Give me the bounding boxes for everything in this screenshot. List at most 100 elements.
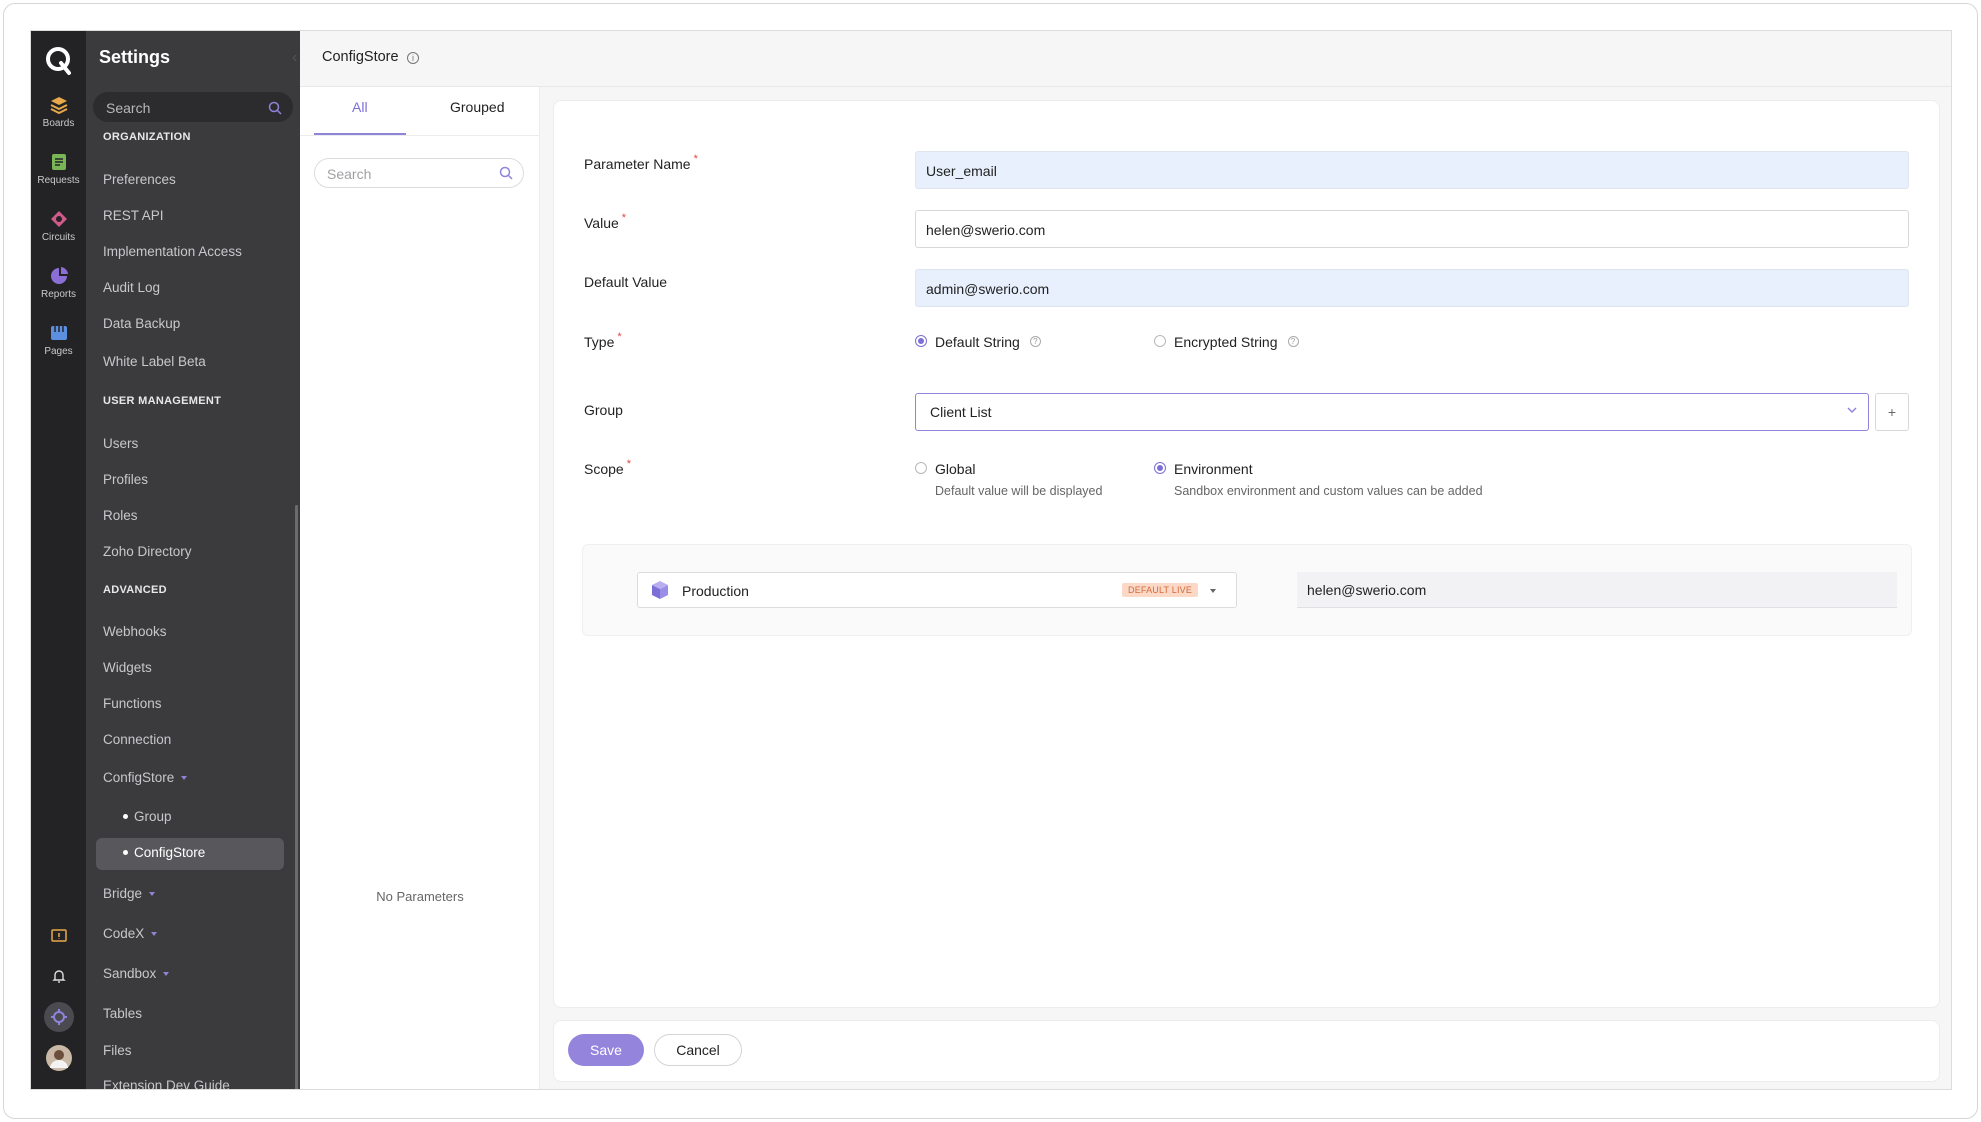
radio-unselected[interactable] <box>1154 335 1166 348</box>
tab-all[interactable]: All <box>352 99 368 115</box>
cancel-button[interactable]: Cancel <box>654 1034 742 1066</box>
rail-item-reports[interactable]: Reports <box>31 266 86 300</box>
field-label: Scope <box>584 461 624 477</box>
app-logo-icon[interactable] <box>41 43 75 77</box>
sidebar-item[interactable]: Data Backup <box>103 316 180 331</box>
parameter-name-label: Parameter Name * <box>584 153 698 172</box>
environment-value-input[interactable] <box>1307 580 1877 600</box>
required-marker: * <box>617 331 622 343</box>
sidebar-item[interactable]: REST API <box>103 208 164 223</box>
scope-environment-radio[interactable]: Environment <box>1154 461 1253 477</box>
sidebar-item[interactable]: Preferences <box>103 172 176 187</box>
sidebar-item[interactable]: Connection <box>103 732 171 747</box>
rail-notifications[interactable] <box>31 968 86 989</box>
sidebar-item[interactable]: Zoho Directory <box>103 544 192 559</box>
group-select[interactable]: Client List <box>915 393 1869 431</box>
rail-label: Circuits <box>41 232 76 243</box>
sidebar-item[interactable]: Roles <box>103 508 138 523</box>
default-value-input[interactable] <box>926 279 1886 299</box>
sidebar-scrollbar[interactable] <box>295 505 298 1089</box>
rail-item-boards[interactable]: Boards <box>31 95 86 129</box>
sidebar-item[interactable]: Audit Log <box>103 280 160 295</box>
chevron-down-icon <box>163 972 170 977</box>
scope-label: Scope * <box>584 458 631 477</box>
radio-selected[interactable] <box>1154 462 1166 475</box>
sidebar-item[interactable]: Tables <box>103 1006 142 1021</box>
avatar-icon <box>45 1045 72 1071</box>
sidebar-item[interactable]: Extension Dev Guide <box>103 1078 230 1089</box>
sidebar-search-input[interactable] <box>106 98 266 118</box>
help-icon[interactable]: ? <box>1029 335 1041 347</box>
value-input[interactable] <box>926 220 1886 240</box>
chevron-down-icon <box>1847 407 1857 414</box>
user-avatar[interactable] <box>31 1044 86 1077</box>
form-footer: Save Cancel <box>553 1020 1940 1082</box>
rail-feedback[interactable] <box>31 928 86 949</box>
pages-icon <box>50 326 67 340</box>
group-selected-value: Client List <box>930 404 992 420</box>
sidebar-item[interactable]: Widgets <box>103 660 152 675</box>
rail-label: Pages <box>44 346 73 357</box>
info-icon[interactable]: i <box>407 52 419 64</box>
rail-settings[interactable] <box>31 1001 86 1038</box>
sidebar-item-bridge[interactable]: Bridge <box>103 886 156 901</box>
sidebar-item-configstore[interactable]: ConfigStore <box>103 770 188 785</box>
radio-label: Encrypted String <box>1174 334 1278 350</box>
type-encrypted-string-radio[interactable]: Encrypted String? <box>1154 334 1299 350</box>
sidebar-title: Settings <box>99 47 171 67</box>
environment-name: Production <box>682 583 749 599</box>
sidebar-item[interactable]: Files <box>103 1043 132 1058</box>
sidebar-item-label: ConfigStore <box>103 770 175 785</box>
sidebar-subitem[interactable]: Group <box>123 809 172 824</box>
bell-icon <box>51 970 66 983</box>
type-default-string-radio[interactable]: Default String? <box>915 334 1041 350</box>
page-header: ‹ ConfigStore i <box>292 31 1951 87</box>
radio-label: Environment <box>1174 461 1253 477</box>
default-value-field[interactable] <box>915 269 1909 307</box>
sidebar-section-title: USER MANAGEMENT <box>103 395 222 407</box>
radio-label: Global <box>935 461 976 477</box>
add-group-button[interactable]: + <box>1875 393 1909 431</box>
radio-selected[interactable] <box>915 335 927 348</box>
caret-down-icon <box>1210 589 1216 593</box>
chevron-down-icon <box>181 776 188 781</box>
sidebar-subitem-active[interactable]: ConfigStore <box>123 845 205 860</box>
sidebar-item[interactable]: Implementation Access <box>103 244 242 259</box>
radio-unselected[interactable] <box>915 462 927 475</box>
save-button[interactable]: Save <box>568 1034 644 1066</box>
search-icon <box>499 166 513 180</box>
parameter-name-field[interactable] <box>915 151 1909 189</box>
rail-label: Requests <box>37 175 80 186</box>
sidebar-item-label: Bridge <box>103 886 143 901</box>
settings-sidebar: Settings ORGANIZATION Preferences REST A… <box>86 31 300 1089</box>
scope-global-description: Default value will be displayed <box>935 484 1103 498</box>
chevron-left-icon[interactable]: ‹ <box>292 49 297 67</box>
list-search-input[interactable] <box>327 164 487 184</box>
app-rail: Boards Requests Circuits Reports Pages <box>31 31 86 1089</box>
environment-value-field[interactable] <box>1297 572 1897 608</box>
empty-state-text: No Parameters <box>376 889 464 904</box>
tab-grouped[interactable]: Grouped <box>450 99 504 115</box>
default-value-label: Default Value <box>584 274 668 290</box>
sidebar-item[interactable]: Profiles <box>103 472 148 487</box>
sidebar-item-sandbox[interactable]: Sandbox <box>103 966 170 981</box>
required-marker: * <box>693 153 698 165</box>
rail-item-circuits[interactable]: Circuits <box>31 209 86 243</box>
sidebar-item-codex[interactable]: CodeX <box>103 926 158 941</box>
rail-item-requests[interactable]: Requests <box>31 152 86 186</box>
value-field[interactable] <box>915 210 1909 248</box>
sidebar-section-title: ADVANCED <box>103 584 167 596</box>
value-label: Value * <box>584 212 626 231</box>
parameter-name-input[interactable] <box>926 161 1886 181</box>
rail-item-pages[interactable]: Pages <box>31 323 86 357</box>
sidebar-search[interactable] <box>93 92 293 122</box>
sidebar-item[interactable]: Users <box>103 436 138 451</box>
sidebar-item[interactable]: White Label Beta <box>103 354 206 369</box>
sidebar-item[interactable]: Webhooks <box>103 624 167 639</box>
field-label: Type <box>584 334 615 350</box>
sidebar-item[interactable]: Functions <box>103 696 162 711</box>
help-icon[interactable]: ? <box>1287 335 1299 347</box>
environment-select[interactable]: Production DEFAULT LIVE <box>637 572 1237 608</box>
list-search[interactable] <box>314 158 524 188</box>
scope-global-radio[interactable]: Global <box>915 461 975 477</box>
